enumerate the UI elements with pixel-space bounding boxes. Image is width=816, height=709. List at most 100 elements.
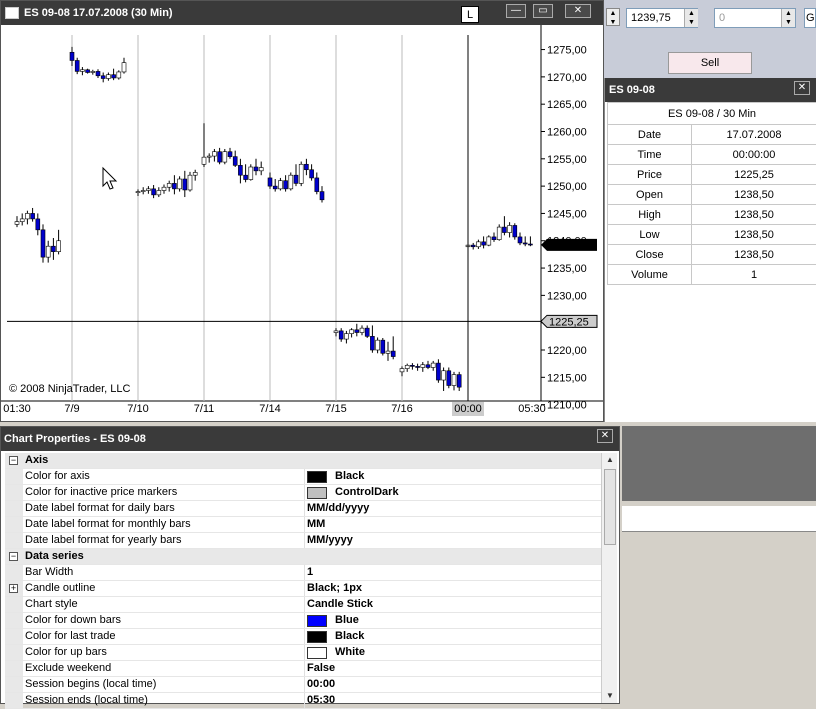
property-value-text: MM/yyyy xyxy=(307,533,353,548)
vertical-scrollbar[interactable]: ▲ ▼ xyxy=(601,453,617,703)
property-row[interactable]: Exclude weekendFalse xyxy=(5,661,601,677)
candle-body xyxy=(299,164,303,183)
row-value: 17.07.2008 xyxy=(692,125,816,145)
property-row[interactable]: Color for up barsWhite xyxy=(5,645,601,661)
candle-body xyxy=(421,365,425,368)
property-row[interactable]: +Candle outlineBlack; 1px xyxy=(5,581,601,597)
property-value-text: 1 xyxy=(307,565,313,580)
price-spinner-icon[interactable]: ▲▼ xyxy=(684,9,698,27)
property-row[interactable]: Session begins (local time)00:00 xyxy=(5,677,601,693)
y-tick-label: 1255,00 xyxy=(547,154,587,166)
property-name: Chart style xyxy=(23,597,305,612)
y-tick-label: 1250,00 xyxy=(547,181,587,193)
close-icon[interactable]: ✕ xyxy=(565,4,591,18)
l-button[interactable]: L xyxy=(461,6,479,23)
scroll-thumb[interactable] xyxy=(604,469,616,545)
property-value-text: ControlDark xyxy=(335,485,399,500)
property-row[interactable]: Date label format for monthly barsMM xyxy=(5,517,601,533)
collapse-icon[interactable]: − xyxy=(9,552,18,561)
data-box-titlebar[interactable]: ES 09-08 ✕ xyxy=(605,78,816,102)
property-value[interactable]: MM/yyyy xyxy=(305,533,601,548)
candle-body xyxy=(233,157,237,166)
expand-icon[interactable]: + xyxy=(9,584,18,593)
y-tick-label: 1275,00 xyxy=(547,45,587,57)
property-value-text: MM/dd/yyyy xyxy=(307,501,369,516)
property-row[interactable]: Color for axisBlack xyxy=(5,469,601,485)
close-icon[interactable]: ✕ xyxy=(794,81,810,95)
property-value[interactable]: 1 xyxy=(305,565,601,580)
candle-body xyxy=(146,189,150,191)
property-value[interactable]: Blue xyxy=(305,613,601,628)
property-name: Color for down bars xyxy=(23,613,305,628)
x-tick-label: 7/14 xyxy=(259,403,280,415)
candle-body xyxy=(476,242,480,247)
property-value[interactable]: Candle Stick xyxy=(305,597,601,612)
x-tick-label: 00:00 xyxy=(454,403,482,415)
candle-body xyxy=(238,165,242,175)
row-gutter xyxy=(5,469,23,484)
property-grid: −AxisColor for axisBlackColor for inacti… xyxy=(5,453,601,709)
candle-body xyxy=(513,225,517,236)
candle-body xyxy=(339,331,343,339)
close-icon[interactable]: ✕ xyxy=(597,429,613,443)
property-name: Bar Width xyxy=(23,565,305,580)
row-gutter xyxy=(5,677,23,692)
property-value[interactable]: MM/dd/yyyy xyxy=(305,501,601,516)
color-swatch xyxy=(307,631,327,643)
property-row[interactable]: Color for inactive price markersControlD… xyxy=(5,485,601,501)
property-row[interactable]: Color for down bars Blue xyxy=(5,613,601,629)
property-category[interactable]: −Axis xyxy=(5,453,601,469)
cursor-icon xyxy=(103,168,116,189)
candle-body xyxy=(218,152,222,162)
maximize-icon[interactable]: ▭ xyxy=(533,4,553,18)
property-value[interactable]: 00:00 xyxy=(305,677,601,692)
candle-body xyxy=(528,244,532,245)
candle-body xyxy=(254,167,258,171)
spin-arrows-icon[interactable]: ▲▼ xyxy=(606,8,620,26)
property-value[interactable]: Black xyxy=(305,469,601,484)
property-name: Session ends (local time) xyxy=(23,693,305,708)
properties-titlebar[interactable]: Chart Properties - ES 09-08 ✕ xyxy=(1,427,619,451)
property-value-text: Blue xyxy=(335,613,359,628)
property-row[interactable]: Date label format for yearly barsMM/yyyy xyxy=(5,533,601,549)
property-category[interactable]: −Data series xyxy=(5,549,601,565)
scroll-down-icon[interactable]: ▼ xyxy=(602,689,618,703)
property-value[interactable]: False xyxy=(305,661,601,676)
extra-field[interactable]: G xyxy=(804,8,816,28)
candle-body xyxy=(426,365,430,368)
price-chart[interactable]: 1275,001270,001265,001260,001255,001250,… xyxy=(1,25,603,421)
property-row[interactable]: Color for last tradeBlack xyxy=(5,629,601,645)
candle-body xyxy=(482,242,486,245)
chart-window[interactable]: ES 09-08 17.07.2008 (30 Min) L — ▭ ✕ 127… xyxy=(0,0,604,422)
sell-button[interactable]: Sell xyxy=(668,52,752,74)
data-box-table: ES 09-08 / 30 Min Date17.07.2008 Time00:… xyxy=(607,102,816,285)
row-label: Volume xyxy=(608,265,692,285)
property-value[interactable]: 05:30 xyxy=(305,693,601,708)
y-tick-label: 1245,00 xyxy=(547,208,587,220)
property-value-text: Candle Stick xyxy=(307,597,373,612)
property-value[interactable]: MM xyxy=(305,517,601,532)
candle-body xyxy=(167,183,171,187)
property-value[interactable]: Black xyxy=(305,629,601,644)
x-tick-label: 05:30 xyxy=(518,403,546,415)
table-row: Time00:00:00 xyxy=(608,145,816,165)
candle-body xyxy=(405,365,409,368)
property-row[interactable]: Bar Width1 xyxy=(5,565,601,581)
candle-body xyxy=(36,219,40,230)
property-row[interactable]: Chart styleCandle Stick xyxy=(5,597,601,613)
property-row[interactable]: Session ends (local time)05:30 xyxy=(5,693,601,709)
candle-body xyxy=(447,371,451,386)
data-box-title: ES 09-08 xyxy=(609,84,655,96)
minimize-icon[interactable]: — xyxy=(506,4,526,18)
collapse-icon[interactable]: − xyxy=(9,456,18,465)
quantity-spinner-icon[interactable]: ▲▼ xyxy=(781,9,795,27)
table-row: Open1238,50 xyxy=(608,185,816,205)
scroll-up-icon[interactable]: ▲ xyxy=(602,453,618,467)
table-row: Close1238,50 xyxy=(608,245,816,265)
y-tick-label: 1220,00 xyxy=(547,345,587,357)
property-value[interactable]: ControlDark xyxy=(305,485,601,500)
property-value[interactable]: Black; 1px xyxy=(305,581,601,596)
candle-body xyxy=(244,175,248,179)
property-row[interactable]: Date label format for daily barsMM/dd/yy… xyxy=(5,501,601,517)
property-value[interactable]: White xyxy=(305,645,601,660)
